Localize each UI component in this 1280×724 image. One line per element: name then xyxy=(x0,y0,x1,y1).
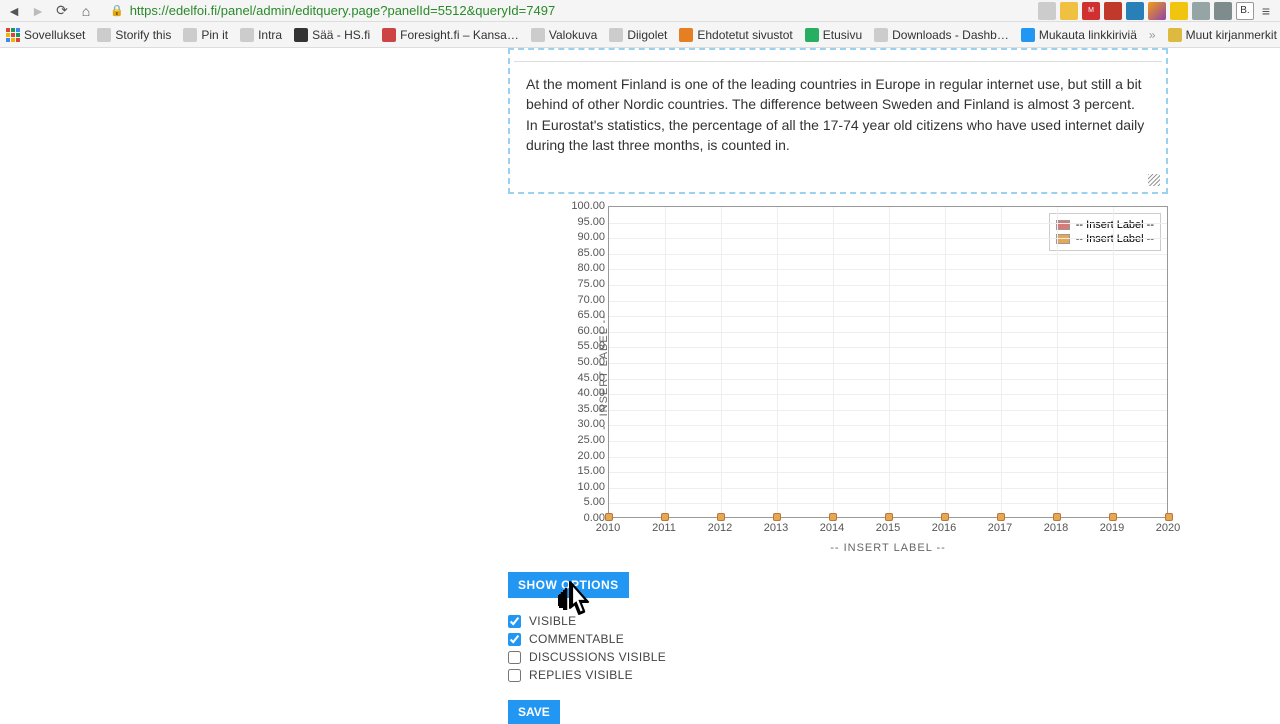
y-tick-label: 75.00 xyxy=(557,278,605,290)
checkbox[interactable] xyxy=(508,615,521,628)
legend-item: -- Insert Label -- xyxy=(1056,218,1154,232)
y-tick-label: 25.00 xyxy=(557,434,605,446)
y-tick-label: 65.00 xyxy=(557,309,605,321)
y-tick-label: 10.00 xyxy=(557,481,605,493)
forward-button[interactable]: ► xyxy=(30,3,46,19)
bookmark-item[interactable]: Valokuva xyxy=(531,28,597,42)
bookmark-item[interactable]: Foresight.fi – Kansa… xyxy=(382,28,519,42)
home-button[interactable]: ⌂ xyxy=(78,3,94,19)
y-tick-label: 80.00 xyxy=(557,262,605,274)
bookmark-item[interactable]: Diigolet xyxy=(609,28,667,42)
bookmark-item[interactable]: Storify this xyxy=(97,28,171,42)
checkbox[interactable] xyxy=(508,651,521,664)
x-tick-label: 2018 xyxy=(1044,522,1068,534)
option-commentable[interactable]: COMMENTABLE xyxy=(508,630,1280,648)
y-tick-label: 60.00 xyxy=(557,325,605,337)
bookmark-item[interactable]: Ehdotetut sivustot xyxy=(679,28,792,42)
y-tick-label: 95.00 xyxy=(557,216,605,228)
y-tick-label: 20.00 xyxy=(557,450,605,462)
ext-icon[interactable] xyxy=(1214,2,1232,20)
x-tick-label: 2016 xyxy=(932,522,956,534)
y-tick-label: 15.00 xyxy=(557,465,605,477)
bookmark-item[interactable]: Pin it xyxy=(183,28,228,42)
x-tick-label: 2010 xyxy=(596,522,620,534)
url-text: https://edelfoi.fi/panel/admin/editquery… xyxy=(130,3,1022,18)
y-tick-label: 45.00 xyxy=(557,372,605,384)
x-tick-label: 2014 xyxy=(820,522,844,534)
chart-legend: -- Insert Label -- -- Insert Label -- xyxy=(1049,213,1161,251)
option-visible[interactable]: VISIBLE xyxy=(508,612,1280,630)
ext-icon[interactable] xyxy=(1104,2,1122,20)
bookmark-folder[interactable]: Muut kirjanmerkit xyxy=(1168,28,1277,42)
rich-text-editor[interactable]: At the moment Finland is one of the lead… xyxy=(508,48,1168,194)
option-discussions-visible[interactable]: DISCUSSIONS VISIBLE xyxy=(508,648,1280,666)
bookmark-item[interactable]: Downloads - Dashb… xyxy=(874,28,1009,42)
y-tick-label: 35.00 xyxy=(557,403,605,415)
y-tick-label: 85.00 xyxy=(557,247,605,259)
bookmark-item[interactable]: Mukauta linkkiriviä xyxy=(1021,28,1137,42)
bookmarks-bar: Sovellukset Storify this Pin it Intra Sä… xyxy=(0,22,1280,48)
y-tick-label: 100.00 xyxy=(557,200,605,212)
chart-container: -- INSERT LABEL -- 100.0095.0090.0085.00… xyxy=(508,206,1168,554)
bookmark-item[interactable]: Sää - HS.fi xyxy=(294,28,370,42)
resize-handle-icon[interactable] xyxy=(1148,174,1160,186)
x-tick-label: 2017 xyxy=(988,522,1012,534)
x-tick-label: 2011 xyxy=(652,522,676,534)
y-tick-label: 40.00 xyxy=(557,387,605,399)
ext-icon[interactable] xyxy=(1170,2,1188,20)
y-tick-label: 90.00 xyxy=(557,231,605,243)
plot-area: 100.0095.0090.0085.0080.0075.0070.0065.0… xyxy=(608,206,1168,518)
address-bar[interactable]: 🔒 https://edelfoi.fi/panel/admin/editque… xyxy=(102,3,1030,18)
y-tick-label: 50.00 xyxy=(557,356,605,368)
ext-icon[interactable] xyxy=(1038,2,1056,20)
ext-icon[interactable] xyxy=(1148,2,1166,20)
y-tick-label: 70.00 xyxy=(557,294,605,306)
x-tick-label: 2013 xyxy=(764,522,788,534)
ext-icon[interactable]: B. xyxy=(1236,2,1254,20)
ext-icon[interactable] xyxy=(1126,2,1144,20)
ext-icon[interactable] xyxy=(1192,2,1210,20)
ext-icon[interactable] xyxy=(1060,2,1078,20)
bookmark-item[interactable]: Etusivu xyxy=(805,28,862,42)
extension-icons: M B. ≡ xyxy=(1038,2,1274,20)
menu-button[interactable]: ≡ xyxy=(1258,3,1274,19)
option-label: COMMENTABLE xyxy=(529,632,624,646)
x-tick-label: 2019 xyxy=(1100,522,1124,534)
checkbox[interactable] xyxy=(508,633,521,646)
editor-text: At the moment Finland is one of the lead… xyxy=(526,76,1144,153)
y-tick-label: 55.00 xyxy=(557,340,605,352)
back-button[interactable]: ◄ xyxy=(6,3,22,19)
y-tick-label: 30.00 xyxy=(557,418,605,430)
save-button[interactable]: SAVE xyxy=(508,700,560,724)
gmail-icon[interactable]: M xyxy=(1082,2,1100,20)
option-label: DISCUSSIONS VISIBLE xyxy=(529,650,666,664)
y-tick-label: 5.00 xyxy=(557,496,605,508)
option-label: VISIBLE xyxy=(529,614,576,628)
browser-nav-bar: ◄ ► ⟳ ⌂ 🔒 https://edelfoi.fi/panel/admin… xyxy=(0,0,1280,22)
option-label: REPLIES VISIBLE xyxy=(529,668,633,682)
lock-icon: 🔒 xyxy=(110,4,124,17)
bookmark-item[interactable]: Intra xyxy=(240,28,282,42)
x-axis-label: -- INSERT LABEL -- xyxy=(608,542,1168,554)
editor-body[interactable]: At the moment Finland is one of the lead… xyxy=(514,68,1162,188)
x-tick-label: 2020 xyxy=(1156,522,1180,534)
show-options-button[interactable]: SHOW OPTIONS xyxy=(508,572,629,598)
checkbox[interactable] xyxy=(508,669,521,682)
x-tick-label: 2015 xyxy=(876,522,900,534)
option-replies-visible[interactable]: REPLIES VISIBLE xyxy=(508,666,1280,684)
reload-button[interactable]: ⟳ xyxy=(54,3,70,19)
apps-button[interactable]: Sovellukset xyxy=(6,28,85,42)
editor-toolbar xyxy=(514,54,1162,62)
x-tick-label: 2012 xyxy=(708,522,732,534)
options-checklist: VISIBLE COMMENTABLE DISCUSSIONS VISIBLE REP… xyxy=(508,612,1280,684)
